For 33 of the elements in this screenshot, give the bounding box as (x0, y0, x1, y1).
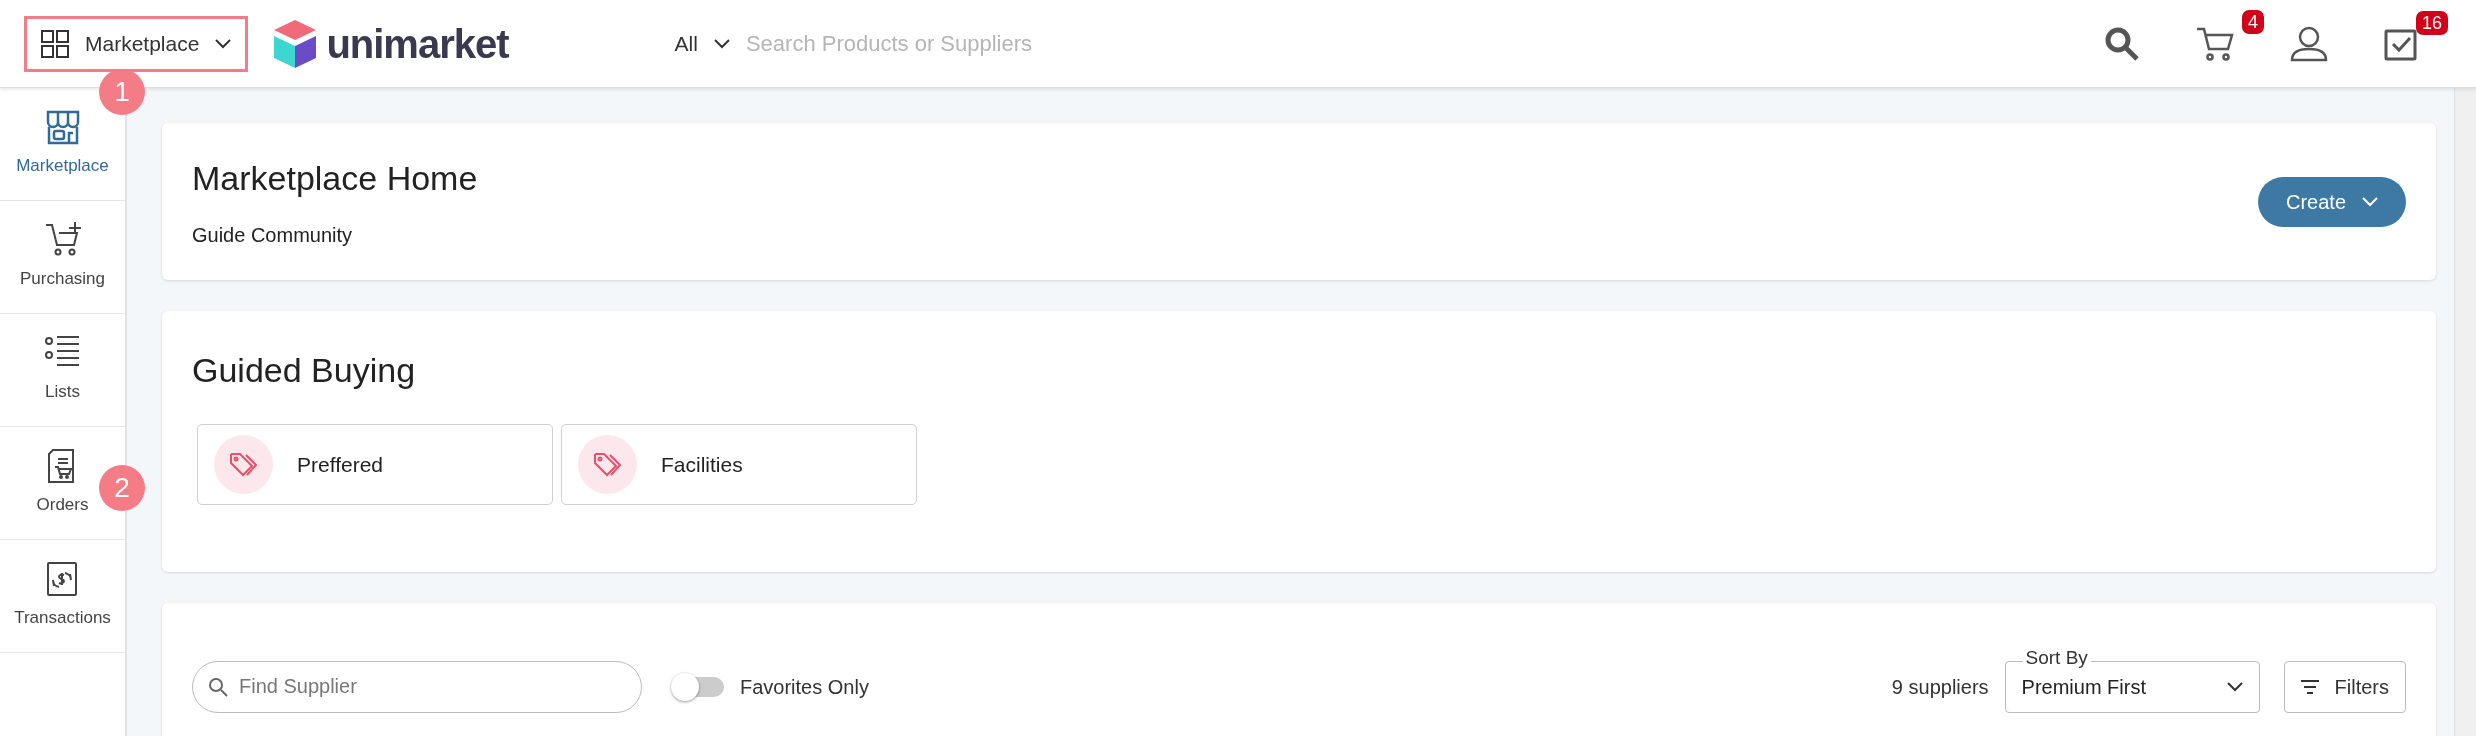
app-switcher-button[interactable]: Marketplace (24, 15, 249, 72)
search-button[interactable] (2104, 25, 2140, 62)
grid-icon (41, 29, 69, 58)
store-icon (44, 109, 81, 146)
scope-dropdown[interactable]: All (668, 26, 736, 61)
page-subtitle: Guide Community (192, 223, 354, 248)
category-tile[interactable]: Preffered (197, 424, 553, 505)
create-button[interactable]: Create (2257, 176, 2406, 227)
scrollbar-track[interactable] (2454, 88, 2476, 736)
supplier-search-field[interactable]: Find Supplier (192, 660, 642, 713)
tag-icon (592, 451, 623, 478)
category-tile[interactable]: Facilities (561, 424, 917, 505)
toggle-label: Favorites Only (740, 674, 869, 700)
logo-text: unimarket (326, 20, 509, 68)
user-icon (2290, 25, 2328, 62)
count-badge: 4 (2242, 9, 2264, 34)
count-badge: 16 (2415, 10, 2448, 35)
user-button[interactable] (2290, 25, 2328, 62)
section-title: Guided Buying (192, 350, 417, 391)
filter-icon (2300, 679, 2319, 694)
cube-icon (272, 17, 319, 70)
filters-button[interactable]: Filters (2283, 660, 2406, 713)
search-icon (208, 676, 228, 697)
chevron-down-icon (2226, 681, 2243, 692)
search-icon (2104, 25, 2140, 62)
cart-button[interactable] (2196, 25, 2234, 62)
chevron-down-icon (215, 38, 232, 49)
tag-icon (228, 451, 259, 478)
cart-icon (2196, 25, 2234, 62)
chevron-down-icon (713, 38, 730, 49)
page-title: Marketplace Home (192, 158, 478, 199)
chevron-down-icon (2362, 196, 2378, 207)
supplier-count: 9 suppliers (1891, 674, 1989, 700)
